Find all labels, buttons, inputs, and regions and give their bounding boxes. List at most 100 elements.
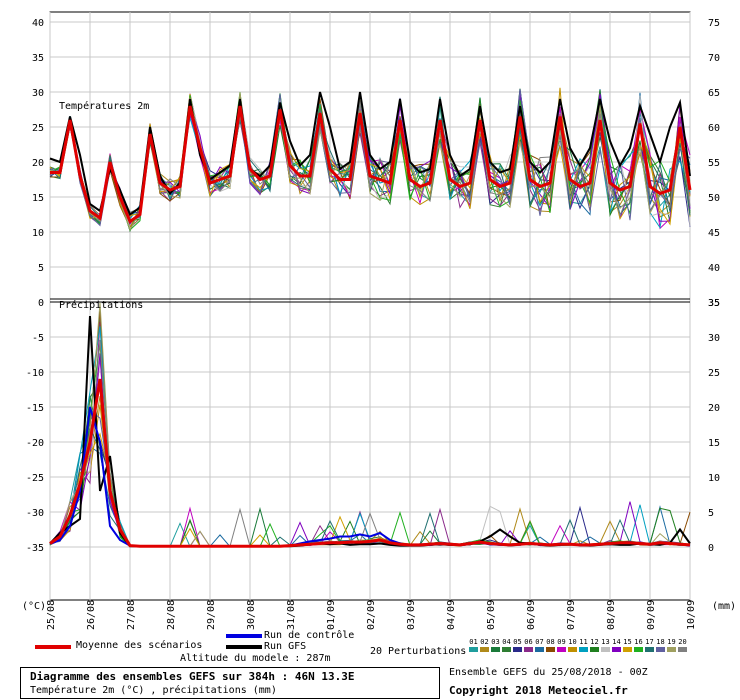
mean-legend-label: Moyenne des scénarios	[76, 640, 203, 651]
perturbation-swatch	[535, 647, 544, 652]
date-tick-label: 05/09	[486, 600, 497, 630]
gfs-legend-label: Run GFS	[264, 641, 307, 652]
run-info: Ensemble GEFS du 25/08/2018 - 00Z	[449, 667, 648, 678]
temp-tick-label: 40	[32, 18, 44, 29]
perturbation-number: 02	[480, 638, 489, 646]
perturbation-swatch	[656, 647, 665, 652]
perturbation-swatch	[513, 647, 522, 652]
gefs-ensemble-chart: 4035302520151050-5-10-15-20-25-30-35 757…	[22, 11, 736, 630]
perturbation-swatch	[480, 647, 489, 652]
temp-tick-label: 20	[32, 158, 44, 169]
perturbation-number: 17	[645, 638, 654, 646]
perturbation-swatch	[590, 647, 599, 652]
perturbation-number: 03	[491, 638, 500, 646]
control-legend-label: Run de contrôle	[264, 630, 355, 641]
control-legend-swatch	[226, 634, 262, 638]
perturbation-number: 07	[535, 638, 544, 646]
date-tick-label: 04/09	[446, 600, 457, 630]
unit-celsius: (°C)	[22, 601, 46, 612]
date-tick-label: 28/08	[166, 600, 177, 630]
perturbation-legend-item: 09	[556, 638, 567, 652]
perturbation-legend-item: 03	[490, 638, 501, 652]
precip-right-tick-label: 35	[708, 298, 720, 309]
perturbation-legend-item: 08	[545, 638, 556, 652]
date-tick-label: 06/09	[526, 600, 537, 630]
date-tick-label: 08/09	[606, 600, 617, 630]
perturbation-number: 01	[469, 638, 478, 646]
perturbation-number: 09	[557, 638, 566, 646]
date-tick-label: 02/09	[366, 600, 377, 630]
perturbation-legend-item: 16	[633, 638, 644, 652]
perturbation-legend-item: 05	[512, 638, 523, 652]
perturbation-legend-item: 19	[666, 638, 677, 652]
date-tick-label: 07/09	[566, 600, 577, 630]
perturbation-swatch	[557, 647, 566, 652]
precip-tick-label: -5	[32, 333, 44, 344]
date-tick-label: 29/08	[206, 600, 217, 630]
temperature-title: Températures 2m	[59, 100, 149, 112]
gfs-legend-swatch	[226, 645, 262, 649]
perturbation-swatch	[634, 647, 643, 652]
perturbation-swatch	[491, 647, 500, 652]
precip-tick-label: -30	[26, 508, 44, 519]
precip-tick-label: -35	[26, 543, 44, 554]
perturbation-swatch	[546, 647, 555, 652]
perturbation-swatch	[524, 647, 533, 652]
perturbation-number: 04	[502, 638, 511, 646]
perturbation-number: 06	[524, 638, 533, 646]
perturbation-swatch	[623, 647, 632, 652]
temp-tick-label: 35	[32, 53, 44, 64]
temp-right-tick-label: 70	[708, 53, 720, 64]
temp-right-tick-label: 75	[708, 18, 720, 29]
perturbation-legend-item: 12	[589, 638, 600, 652]
right-axis: 75706560555045403535302520151050	[708, 18, 720, 554]
date-axis: 25/08 26/08 27/08 28/08 29/08 30/08 31/08 01/09…	[46, 600, 697, 630]
perturbation-number: 15	[623, 638, 632, 646]
perturbation-legend-item: 02	[479, 638, 490, 652]
perturbation-number: 08	[546, 638, 555, 646]
precip-right-tick-label: 15	[708, 438, 720, 449]
perturbation-legend-item: 14	[611, 638, 622, 652]
mean-legend-swatch	[35, 645, 71, 649]
temp-right-tick-label: 50	[708, 193, 720, 204]
date-tick-label: 27/08	[126, 600, 137, 630]
perturbation-swatch	[678, 647, 687, 652]
perturbation-legend-item: 13	[600, 638, 611, 652]
perturbation-swatch	[502, 647, 511, 652]
temp-right-tick-label: 60	[708, 123, 720, 134]
precip-right-tick-label: 25	[708, 368, 720, 379]
perturbation-number: 18	[656, 638, 665, 646]
info-box-subtitle: Température 2m (°C) , précipitations (mm…	[30, 685, 277, 696]
precip-tick-label: -15	[26, 403, 44, 414]
perturbation-legend: 01 02 03 04 05 06 07 08 09 10 11 12 13 14 15 16 17 18 19 20	[468, 638, 692, 660]
perturbation-legend-item: 15	[622, 638, 633, 652]
date-tick-label: 31/08	[286, 600, 297, 630]
perturbation-legend-item: 18	[655, 638, 666, 652]
perturbation-legend-item: 07	[534, 638, 545, 652]
temp-tick-label: 15	[32, 193, 44, 204]
date-tick-label: 30/08	[246, 600, 257, 630]
info-box-title: Diagramme des ensembles GEFS sur 384h : …	[30, 670, 355, 683]
perturbation-number: 05	[513, 638, 522, 646]
date-tick-label: 26/08	[86, 600, 97, 630]
date-tick-label: 10/09	[686, 600, 697, 630]
temp-tick-label: 5	[38, 263, 44, 274]
perturbation-legend-item: 06	[523, 638, 534, 652]
temp-tick-label: 25	[32, 123, 44, 134]
temp-right-tick-label: 45	[708, 228, 720, 239]
perturbation-legend-item: 17	[644, 638, 655, 652]
perturbation-swatch	[601, 647, 610, 652]
perturbation-number: 10	[568, 638, 577, 646]
perturbations-label: 20 Perturbations	[370, 646, 467, 657]
date-tick-label: 03/09	[406, 600, 417, 630]
perturbation-swatch	[579, 647, 588, 652]
temp-right-tick-label: 40	[708, 263, 720, 274]
temp-tick-label: 30	[32, 88, 44, 99]
perturbation-number: 16	[634, 638, 643, 646]
precip-right-tick-label: 20	[708, 403, 720, 414]
perturbation-legend-item: 01	[468, 638, 479, 652]
perturbation-number: 11	[579, 638, 588, 646]
copyright: Copyright 2018 Meteociel.fr	[449, 684, 628, 697]
precip-right-tick-label: 10	[708, 473, 720, 484]
perturbation-number: 20	[678, 638, 687, 646]
